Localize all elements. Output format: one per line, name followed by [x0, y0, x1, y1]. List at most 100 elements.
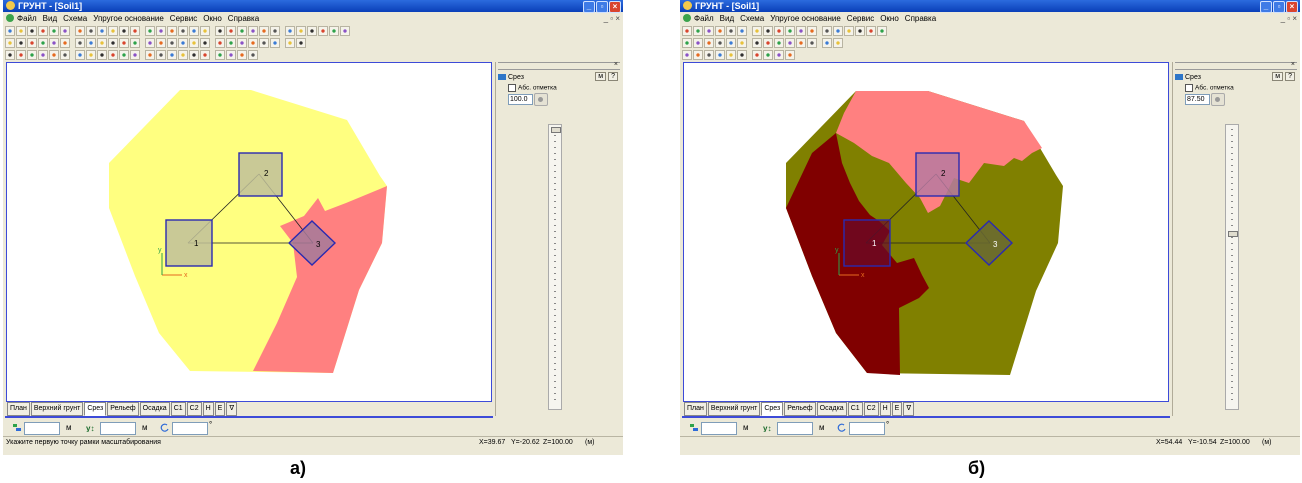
- toolbar-button[interactable]: [16, 50, 26, 60]
- toolbar-button[interactable]: [307, 26, 317, 36]
- toolbar-button[interactable]: [329, 26, 339, 36]
- tab-plan[interactable]: План: [684, 402, 707, 416]
- menu-elastic-base[interactable]: Упругое основание: [770, 14, 841, 23]
- document-controls[interactable]: _ ▫ ×: [1281, 13, 1297, 24]
- toolbar-button[interactable]: [189, 50, 199, 60]
- toolbar-button[interactable]: [285, 38, 295, 48]
- toolbar-button[interactable]: [270, 26, 280, 36]
- tab-c1[interactable]: C1: [847, 402, 863, 416]
- toolbar-button[interactable]: [737, 50, 747, 60]
- toolbar-button[interactable]: [119, 26, 129, 36]
- menu-elastic-base[interactable]: Упругое основание: [93, 14, 164, 23]
- toolbar-button[interactable]: [49, 38, 59, 48]
- toolbar-button[interactable]: [715, 38, 725, 48]
- toolbar-button[interactable]: [130, 50, 140, 60]
- toolbar-button[interactable]: [877, 26, 887, 36]
- toolbar-button[interactable]: [237, 38, 247, 48]
- toolbar-button[interactable]: [156, 38, 166, 48]
- drawing-canvas[interactable]: 1 2 3 x y: [683, 62, 1169, 402]
- toolbar-button[interactable]: [119, 38, 129, 48]
- toolbar-button[interactable]: [226, 38, 236, 48]
- toolbar-button[interactable]: [248, 50, 258, 60]
- toolbar-button[interactable]: [763, 38, 773, 48]
- toolbar-button[interactable]: [16, 38, 26, 48]
- toolbar-button[interactable]: [49, 26, 59, 36]
- menu-file[interactable]: Файл: [694, 14, 714, 23]
- toolbar-button[interactable]: [178, 26, 188, 36]
- unit-button[interactable]: м: [1272, 72, 1284, 81]
- panel-close-icon[interactable]: ×: [614, 61, 618, 68]
- toolbar-button[interactable]: [763, 50, 773, 60]
- toolbar-button[interactable]: [49, 50, 59, 60]
- toolbar-button[interactable]: [285, 26, 295, 36]
- unit-button[interactable]: м: [595, 72, 607, 81]
- toolbar-button[interactable]: [75, 50, 85, 60]
- tab-plan[interactable]: План: [7, 402, 30, 416]
- toolbar-button[interactable]: [844, 26, 854, 36]
- toolbar-button[interactable]: [189, 38, 199, 48]
- toolbar-button[interactable]: [145, 50, 155, 60]
- angle-input[interactable]: [172, 422, 208, 435]
- toolbar-button[interactable]: [785, 26, 795, 36]
- toolbar-button[interactable]: [119, 50, 129, 60]
- menu-file[interactable]: Файл: [17, 14, 37, 23]
- tab-e[interactable]: E: [214, 402, 226, 416]
- menu-help[interactable]: Справка: [228, 14, 259, 23]
- toolbar-button[interactable]: [86, 38, 96, 48]
- close-button[interactable]: ×: [1286, 1, 1298, 13]
- toolbar-button[interactable]: [237, 50, 247, 60]
- document-controls[interactable]: _ ▫ ×: [604, 13, 620, 24]
- slider-thumb[interactable]: [551, 127, 561, 133]
- menu-service[interactable]: Сервис: [847, 14, 874, 23]
- menu-view[interactable]: Вид: [720, 14, 734, 23]
- toolbar-button[interactable]: [296, 26, 306, 36]
- toolbar-button[interactable]: [807, 38, 817, 48]
- dy-input[interactable]: [100, 422, 136, 435]
- toolbar-button[interactable]: [226, 26, 236, 36]
- toolbar-button[interactable]: [693, 26, 703, 36]
- toolbar-button[interactable]: [340, 26, 350, 36]
- toolbar-button[interactable]: [248, 38, 258, 48]
- toolbar-button[interactable]: [833, 26, 843, 36]
- absolute-elevation-checkbox[interactable]: Абс. отметка: [1185, 84, 1234, 92]
- toolbar-button[interactable]: [774, 50, 784, 60]
- toolbar-button[interactable]: [682, 26, 692, 36]
- toolbar-button[interactable]: [763, 26, 773, 36]
- toolbar-button[interactable]: [752, 50, 762, 60]
- toolbar-button[interactable]: [108, 38, 118, 48]
- toolbar-button[interactable]: [130, 38, 140, 48]
- tab-h[interactable]: H: [202, 402, 214, 416]
- elevation-input[interactable]: 100.0: [508, 94, 533, 105]
- toolbar-button[interactable]: [248, 26, 258, 36]
- toolbar-button[interactable]: [145, 26, 155, 36]
- toolbar-button[interactable]: [704, 26, 714, 36]
- panel-grip[interactable]: ×: [1175, 61, 1297, 70]
- toolbar-button[interactable]: [167, 26, 177, 36]
- toolbar-button[interactable]: [167, 38, 177, 48]
- panel-close-icon[interactable]: ×: [1291, 61, 1295, 68]
- menu-help[interactable]: Справка: [905, 14, 936, 23]
- toolbar-button[interactable]: [86, 26, 96, 36]
- dx-input[interactable]: [701, 422, 737, 435]
- toolbar-button[interactable]: [270, 38, 280, 48]
- toolbar-button[interactable]: [189, 26, 199, 36]
- toolbar-button[interactable]: [774, 26, 784, 36]
- toolbar-button[interactable]: [715, 26, 725, 36]
- toolbar-button[interactable]: [693, 50, 703, 60]
- toolbar-button[interactable]: [156, 50, 166, 60]
- toolbar-button[interactable]: [130, 26, 140, 36]
- toolbar-button[interactable]: [752, 38, 762, 48]
- help-button[interactable]: ?: [1285, 72, 1295, 81]
- maximize-button[interactable]: ▫: [596, 1, 608, 13]
- toolbar-button[interactable]: [38, 38, 48, 48]
- toolbar-button[interactable]: [215, 50, 225, 60]
- toolbar-button[interactable]: [726, 26, 736, 36]
- toolbar-button[interactable]: [200, 38, 210, 48]
- menu-window[interactable]: Окно: [203, 14, 222, 23]
- slider-thumb[interactable]: [1228, 231, 1238, 238]
- toolbar-button[interactable]: [97, 38, 107, 48]
- toolbar-button[interactable]: [822, 38, 832, 48]
- tab-level[interactable]: ∇: [226, 402, 238, 416]
- tab-c2[interactable]: C2: [186, 402, 202, 416]
- toolbar-button[interactable]: [178, 38, 188, 48]
